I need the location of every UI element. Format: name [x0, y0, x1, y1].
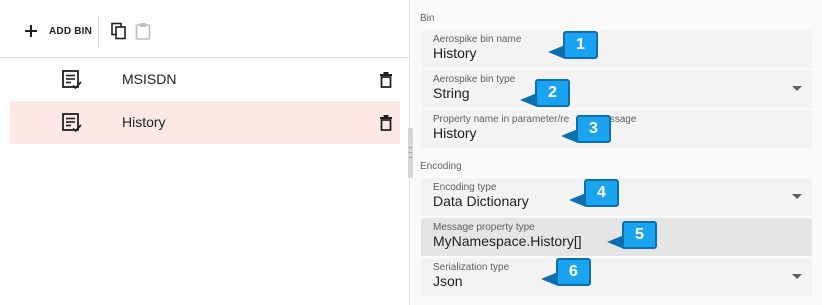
- encoding-section-title: Encoding: [420, 161, 462, 172]
- bins-list-panel: ADD BIN MSISDN History: [0, 0, 410, 305]
- callout-badge-1: 1: [548, 31, 598, 59]
- callout-badge-2: 2: [520, 79, 570, 107]
- aerospike-bin-name-field[interactable]: Aerospike bin name History: [421, 30, 812, 68]
- bin-row-history[interactable]: History: [10, 101, 400, 144]
- bin-properties-panel: Bin Aerospike bin name History Aerospike…: [414, 0, 822, 305]
- dropdown-caret-icon: [792, 194, 802, 199]
- paste-icon[interactable]: [134, 22, 152, 40]
- field-label: Aerospike bin type: [433, 74, 516, 85]
- toolbar-divider: [98, 16, 99, 48]
- bin-name: MSISDN: [122, 71, 177, 87]
- bin-section-title: Bin: [420, 13, 435, 24]
- grip-line: [409, 152, 412, 153]
- aerospike-bin-type-select[interactable]: Aerospike bin type String: [421, 70, 812, 108]
- callout-pointer: [569, 193, 586, 207]
- callout-number: 5: [635, 226, 644, 243]
- bin-editor: ADD BIN MSISDN History Bin Aerospike bin…: [0, 0, 822, 305]
- callout-number: 6: [569, 263, 578, 280]
- grip-line: [409, 157, 412, 158]
- field-label: Encoding type: [433, 182, 497, 193]
- add-icon: [24, 24, 38, 38]
- callout-badge-5: 5: [607, 221, 657, 249]
- delete-icon[interactable]: [377, 71, 395, 89]
- callout-pointer: [520, 93, 537, 107]
- callout-number: 4: [597, 184, 606, 201]
- callout-pointer: [561, 129, 578, 143]
- field-label: Aerospike bin name: [433, 34, 522, 45]
- field-label-start: Property name in parameter/re: [433, 114, 570, 125]
- callout-number: 1: [576, 36, 585, 53]
- callout-number: 3: [589, 120, 598, 137]
- bin-name: History: [122, 114, 166, 130]
- callout-pointer: [541, 272, 558, 286]
- callout-badge-6: 6: [541, 258, 591, 286]
- callout-badge-3: 3: [561, 115, 611, 143]
- field-value: Json: [433, 273, 463, 289]
- document-check-icon: [62, 113, 82, 133]
- splitter-handle[interactable]: [408, 128, 413, 178]
- callout-pointer: [548, 45, 565, 59]
- field-value: String: [433, 85, 470, 101]
- callout-pointer: [607, 235, 624, 249]
- dropdown-caret-icon: [792, 274, 802, 279]
- callout-number: 2: [548, 84, 557, 101]
- field-value: History: [433, 45, 477, 61]
- callout-badge-4: 4: [569, 179, 619, 207]
- bins-toolbar: ADD BIN: [0, 0, 410, 58]
- field-label: Message property type: [433, 222, 535, 233]
- delete-icon[interactable]: [377, 114, 395, 132]
- field-value: History: [433, 125, 477, 141]
- copy-icon[interactable]: [110, 22, 128, 40]
- add-bin-label: ADD BIN: [49, 25, 93, 37]
- document-check-icon: [62, 70, 82, 90]
- bins-list: MSISDN History: [10, 58, 400, 144]
- add-bin-button[interactable]: ADD BIN: [24, 19, 92, 43]
- field-value: Data Dictionary: [433, 193, 529, 209]
- grip-line: [409, 147, 412, 148]
- field-label: Serialization type: [433, 262, 510, 273]
- serialization-type-select[interactable]: Serialization type Json: [421, 258, 812, 296]
- field-value: MyNamespace.History[]: [433, 233, 582, 249]
- bin-row-msisdn[interactable]: MSISDN: [10, 58, 400, 101]
- property-name-field[interactable]: Property name in parameter/re essage Hist…: [421, 110, 812, 148]
- dropdown-caret-icon: [792, 86, 802, 91]
